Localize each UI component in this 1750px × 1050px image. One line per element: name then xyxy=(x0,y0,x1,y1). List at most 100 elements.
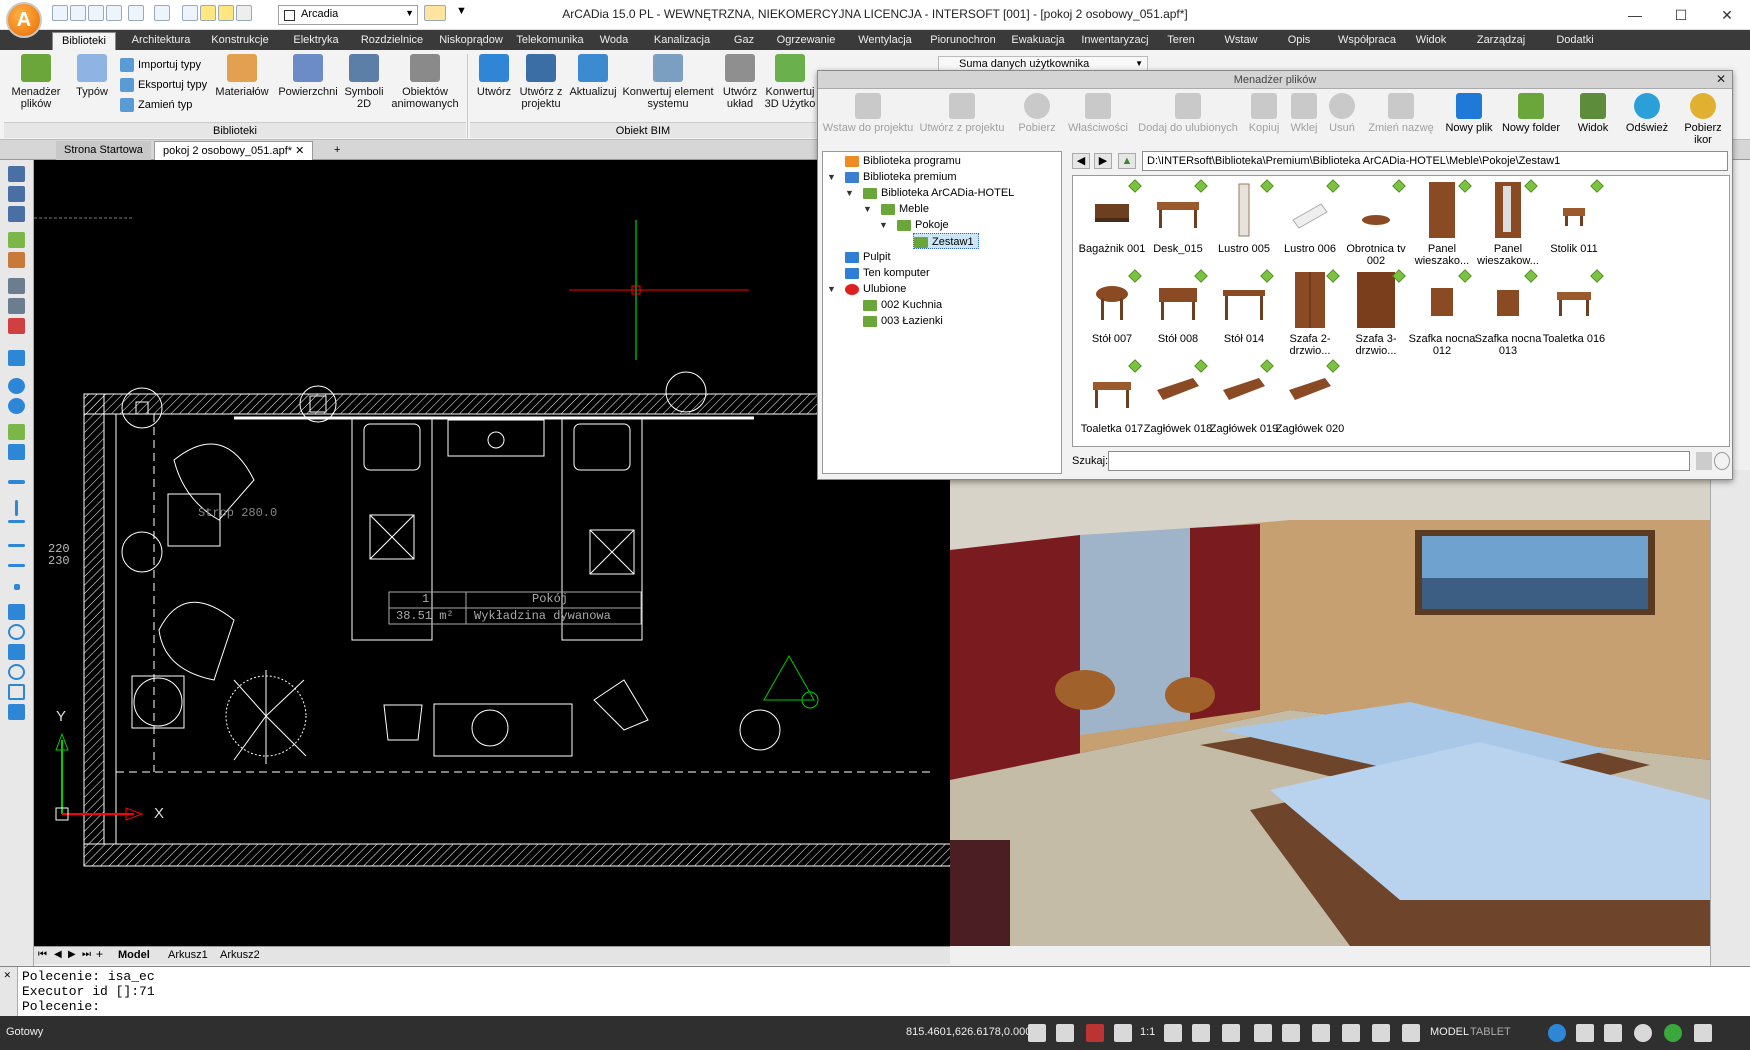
grid-item[interactable]: Bagażnik 001 xyxy=(1075,178,1149,268)
vline-icon[interactable] xyxy=(15,500,18,516)
forward-arrow-icon[interactable]: ▶ xyxy=(1094,153,1112,169)
create-from-project-button[interactable]: Utwórz z projektu xyxy=(516,54,566,110)
grid-item[interactable]: Panel wieszakow... xyxy=(1471,178,1545,268)
grid-item[interactable]: Desk_015 xyxy=(1141,178,1215,268)
tab-woda[interactable]: Woda xyxy=(588,32,640,50)
close-tab-icon[interactable]: ✕ xyxy=(295,145,304,157)
rotate-view-icon[interactable] xyxy=(8,350,25,366)
sheet-tab-model[interactable]: Model xyxy=(118,949,150,961)
tree-node-this-computer[interactable]: Ten komputer xyxy=(845,265,930,281)
sheet-tab-arkusz2[interactable]: Arkusz2 xyxy=(220,949,260,961)
grid-item[interactable]: Stół 008 xyxy=(1141,268,1215,358)
tab-piorunochron[interactable]: Piorunochron xyxy=(922,32,1004,50)
sheet-nav-first-icon[interactable]: ⏮ xyxy=(38,949,47,960)
tab-kanalizacja[interactable]: Kanalizacja xyxy=(642,32,722,50)
add-sheet-icon[interactable]: + xyxy=(96,947,103,961)
grid-item[interactable]: Szafka nocna 012 xyxy=(1405,268,1479,358)
polygon-icon[interactable] xyxy=(8,644,25,660)
tab-dodatki[interactable]: Dodatki xyxy=(1544,32,1606,50)
workspace-icon[interactable] xyxy=(1576,1024,1594,1042)
new-tab-icon[interactable]: + xyxy=(326,141,348,160)
sheet-nav-next-icon[interactable]: ▶ xyxy=(68,949,76,960)
back-arrow-icon[interactable]: ◀ xyxy=(1072,153,1090,169)
layer-dropdown[interactable]: Arcadia ▼ xyxy=(278,5,418,25)
expand-chevron-icon[interactable]: ▼ xyxy=(827,281,836,297)
file-manager-button[interactable]: Menadżer plików xyxy=(6,54,66,110)
tool-icon-1[interactable] xyxy=(8,166,25,182)
rename-button[interactable]: Zmień nazwę xyxy=(1362,93,1440,134)
tab-opis[interactable]: Opis xyxy=(1274,32,1324,50)
match-props-icon[interactable] xyxy=(424,5,446,21)
open-file-icon[interactable] xyxy=(70,5,86,21)
save-icon[interactable] xyxy=(88,5,104,21)
info-icon[interactable] xyxy=(1634,1024,1652,1042)
tab-teren[interactable]: Teren xyxy=(1156,32,1206,50)
tab-wstaw[interactable]: Wstaw xyxy=(1214,32,1268,50)
grid-icon[interactable] xyxy=(1254,1024,1272,1042)
tree-node-pokoje[interactable]: ▼ Pokoje xyxy=(879,217,949,233)
tool-icon-7[interactable] xyxy=(8,298,25,314)
surfaces-button[interactable]: Powierzchni xyxy=(276,54,340,98)
create-layout-button[interactable]: Utwórz układ xyxy=(716,54,764,110)
tab-inwentaryzacja[interactable]: Inwentaryzacj xyxy=(1074,32,1156,50)
refresh-button[interactable]: Odśwież xyxy=(1620,93,1674,134)
minimize-button[interactable]: — xyxy=(1612,0,1658,30)
up-arrow-icon[interactable]: ▲ xyxy=(1118,153,1136,169)
file-manager-close-icon[interactable]: ✕ xyxy=(1716,72,1726,86)
command-prompt[interactable]: Polecenie: xyxy=(22,999,100,1014)
tab-ewakuacja[interactable]: Ewakuacja xyxy=(1004,32,1072,50)
grid-item[interactable]: Zagłówek 020 xyxy=(1273,358,1347,448)
lineweight-icon[interactable] xyxy=(1372,1024,1390,1042)
path-field[interactable]: D:\INTERsoft\Biblioteka\Premium\Bibliote… xyxy=(1142,151,1728,171)
new-file-icon[interactable] xyxy=(52,5,68,21)
grid-item[interactable]: Toaletka 017 xyxy=(1075,358,1149,448)
close-button[interactable]: ✕ xyxy=(1704,0,1750,30)
object-snap-icon[interactable] xyxy=(1342,1024,1360,1042)
layer-freeze-icon[interactable] xyxy=(218,5,234,21)
grid-item[interactable]: Zagłówek 018 xyxy=(1141,358,1215,448)
tab-zarzadzaj[interactable]: Zarządzaj xyxy=(1466,32,1536,50)
tab-wentylacja[interactable]: Wentylacja xyxy=(848,32,922,50)
tree-node-kuchnia[interactable]: 002 Kuchnia xyxy=(863,297,942,313)
grid-item[interactable]: Toaletka 016 xyxy=(1537,268,1611,358)
tab-niskopradowe[interactable]: Niskoprądow xyxy=(430,32,512,50)
grid-item[interactable]: Stół 007 xyxy=(1075,268,1149,358)
track-icon[interactable] xyxy=(1192,1024,1210,1042)
polar-icon[interactable] xyxy=(1312,1024,1330,1042)
xline-icon[interactable] xyxy=(8,564,25,567)
ortho-icon[interactable] xyxy=(1282,1024,1300,1042)
insert-to-project-button[interactable]: Wstaw do projektu xyxy=(820,93,916,134)
export-types-button[interactable]: Eksportuj typy xyxy=(118,76,207,94)
zoom-window-icon[interactable] xyxy=(8,398,25,414)
tree-node-pulpit[interactable]: Pulpit xyxy=(845,249,891,265)
sheet-nav-last-icon[interactable]: ⏭ xyxy=(82,949,91,960)
app-logo-button[interactable]: A xyxy=(6,2,42,38)
tab-telekomunikacja[interactable]: Telekomunika xyxy=(512,32,588,50)
tab-rozdzielnice[interactable]: Rozdzielnice xyxy=(354,32,430,50)
save-as-icon[interactable] xyxy=(106,5,122,21)
grid-item[interactable]: Stół 014 xyxy=(1207,268,1281,358)
tab-biblioteki[interactable]: Biblioteki xyxy=(52,32,116,50)
settings-gear-icon[interactable] xyxy=(1548,1024,1566,1042)
create-from-project-fm-button[interactable]: Utwórz z projektu xyxy=(916,93,1008,134)
update-button[interactable]: Aktualizuj xyxy=(566,54,620,98)
tab-current-document[interactable]: pokoj 2 osobowy_051.apf* ✕ xyxy=(154,141,314,160)
annotation-icon[interactable] xyxy=(1164,1024,1182,1042)
tab-wspolpraca[interactable]: Współpraca xyxy=(1326,32,1408,50)
layer-on-icon[interactable] xyxy=(200,5,216,21)
download-icons-button[interactable]: Pobierz ikor xyxy=(1674,93,1732,146)
new-file-button[interactable]: Nowy plik xyxy=(1442,93,1496,134)
expand-chevron-icon[interactable]: ▼ xyxy=(879,217,888,233)
grid-item[interactable]: Szafka nocna 013 xyxy=(1471,268,1545,358)
expand-chevron-icon[interactable]: ▼ xyxy=(863,201,872,217)
properties-button[interactable]: Właściwości xyxy=(1066,93,1130,134)
view-icon[interactable] xyxy=(8,444,25,460)
snap-icon[interactable] xyxy=(1028,1024,1046,1042)
customize-qa-icon[interactable]: ▼ xyxy=(456,5,467,17)
crosshair-icon[interactable] xyxy=(1086,1024,1104,1042)
tab-architektura[interactable]: Architektura xyxy=(120,32,202,50)
polyline-icon[interactable] xyxy=(8,520,25,523)
view-button[interactable]: Widok xyxy=(1568,93,1618,134)
grid-item[interactable]: Panel wieszako... xyxy=(1405,178,1479,268)
expand-chevron-icon[interactable]: ▼ xyxy=(845,185,854,201)
